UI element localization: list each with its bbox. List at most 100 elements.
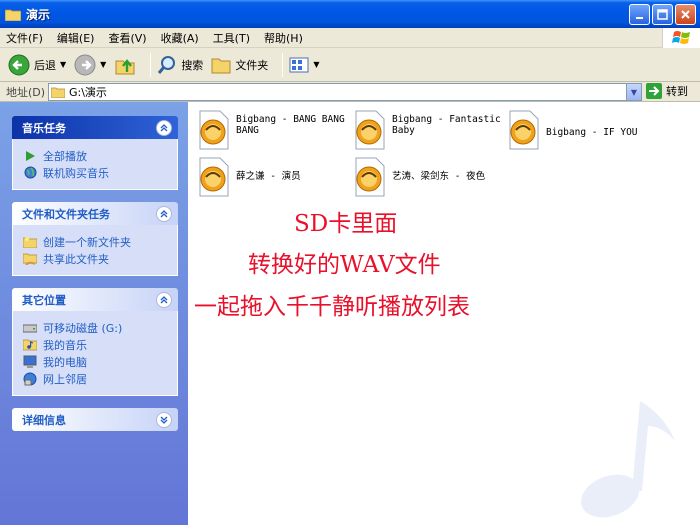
toolbar-separator (282, 52, 284, 77)
music-note-watermark-icon (580, 401, 675, 518)
file-view: Bigbang - BANG BANG BANG Bigbang - Fanta… (188, 102, 700, 525)
up-button[interactable] (114, 54, 136, 76)
file-item[interactable]: Bigbang - IF YOU (506, 110, 656, 150)
task-share-folder[interactable]: 共享此文件夹 (23, 250, 169, 267)
menu-view[interactable]: 查看(V) (108, 30, 146, 46)
back-label: 后退 (34, 58, 56, 72)
collapse-icon[interactable] (156, 205, 172, 222)
address-value: G:\演示 (69, 86, 107, 99)
minimize-icon (635, 16, 643, 19)
address-dropdown-button[interactable]: ▼ (626, 84, 641, 100)
go-arrow-icon (646, 83, 662, 99)
window-title: 演示 (26, 7, 51, 22)
music-tasks-title: 音乐任务 (22, 121, 66, 135)
details-title: 详细信息 (22, 413, 66, 427)
forward-button[interactable]: ▼ (74, 54, 106, 76)
menu-favorites[interactable]: 收藏(A) (161, 30, 199, 46)
place-removable-disk[interactable]: 可移动磁盘 (G:) (23, 319, 169, 336)
annotation-line-2: 转换好的WAV文件 (248, 252, 441, 278)
back-button[interactable]: 后退 ▼ (8, 54, 66, 76)
wav-file-icon (355, 110, 385, 150)
place-my-computer[interactable]: 我的电脑 (23, 353, 169, 370)
task-label: 全部播放 (43, 149, 87, 163)
task-new-folder[interactable]: 创建一个新文件夹 (23, 233, 169, 250)
file-item[interactable]: 薛之谦 - 演员 (196, 157, 346, 197)
folder-up-icon (115, 58, 135, 74)
menu-tools[interactable]: 工具(T) (213, 30, 250, 46)
file-item[interactable]: Bigbang - Fantastic Baby (352, 110, 502, 150)
file-item[interactable]: Bigbang - BANG BANG BANG (196, 110, 346, 150)
place-label: 我的电脑 (43, 355, 87, 369)
task-label: 共享此文件夹 (43, 252, 109, 266)
file-tasks-body: 创建一个新文件夹 共享此文件夹 (12, 225, 178, 276)
music-tasks-header[interactable]: 音乐任务 (12, 116, 178, 139)
folder-icon (211, 58, 231, 73)
collapse-icon[interactable] (156, 119, 172, 136)
share-folder-icon (23, 252, 37, 266)
task-pane: 音乐任务 全部播放 联机购买音乐 文件和文件夹任务 创建一个新文件夹 共享此文件… (0, 102, 188, 525)
place-label: 可移动磁盘 (G:) (43, 321, 123, 335)
close-button[interactable] (675, 4, 696, 25)
place-network[interactable]: 网上邻居 (23, 370, 169, 387)
file-name: 艺涛、梁剑东 - 夜色 (392, 171, 486, 182)
details-header[interactable]: 详细信息 (12, 408, 178, 431)
chevron-down-icon[interactable]: ▼ (100, 60, 106, 69)
file-tasks-header[interactable]: 文件和文件夹任务 (12, 202, 178, 225)
new-folder-icon (23, 235, 37, 249)
menu-bar: 文件(F) 编辑(E) 查看(V) 收藏(A) 工具(T) 帮助(H) (0, 28, 700, 48)
search-label: 搜索 (181, 58, 204, 72)
menu-file[interactable]: 文件(F) (6, 30, 43, 46)
close-icon (681, 10, 690, 19)
wav-file-icon (199, 157, 229, 197)
views-button[interactable]: ▼ (289, 56, 319, 74)
music-tasks-body: 全部播放 联机购买音乐 (12, 139, 178, 190)
maximize-button[interactable] (652, 4, 673, 25)
place-my-music[interactable]: 我的音乐 (23, 336, 169, 353)
other-places-body: 可移动磁盘 (G:) 我的音乐 我的电脑 网上邻居 (12, 311, 178, 396)
file-tasks-title: 文件和文件夹任务 (22, 207, 110, 221)
wav-file-icon (355, 157, 385, 197)
place-label: 网上邻居 (43, 372, 87, 386)
task-play-all[interactable]: 全部播放 (23, 147, 169, 164)
wav-file-icon (509, 110, 539, 150)
file-tasks-panel: 文件和文件夹任务 创建一个新文件夹 共享此文件夹 (12, 202, 178, 276)
file-name: Bigbang - BANG BANG BANG (236, 114, 345, 136)
minimize-button[interactable] (629, 4, 650, 25)
task-label: 联机购买音乐 (43, 166, 109, 180)
chevron-down-icon[interactable]: ▼ (313, 60, 319, 69)
address-bar: 地址(D) G:\演示 ▼ 转到 (0, 82, 700, 102)
title-bar: 演示 (0, 0, 700, 28)
play-icon (23, 149, 37, 163)
address-label: 地址(D) (6, 85, 46, 99)
my-computer-icon (23, 355, 37, 369)
music-tasks-panel: 音乐任务 全部播放 联机购买音乐 (12, 116, 178, 190)
views-icon (289, 57, 309, 72)
folders-button[interactable]: 文件夹 (211, 56, 268, 74)
other-places-title: 其它位置 (22, 293, 66, 307)
network-places-icon (23, 372, 37, 386)
search-button[interactable]: 搜索 (157, 55, 203, 75)
task-label: 创建一个新文件夹 (43, 235, 131, 249)
task-buy-music-online[interactable]: 联机购买音乐 (23, 164, 169, 181)
go-label: 转到 (666, 85, 688, 98)
folders-label: 文件夹 (235, 58, 269, 72)
file-item[interactable]: 艺涛、梁剑东 - 夜色 (352, 157, 502, 197)
toolbar-separator (150, 52, 152, 77)
menu-edit[interactable]: 编辑(E) (57, 30, 95, 46)
collapse-icon[interactable] (156, 291, 172, 308)
chevron-down-icon[interactable]: ▼ (60, 60, 66, 69)
removable-disk-icon (23, 321, 37, 335)
windows-logo-icon (662, 28, 700, 48)
place-label: 我的音乐 (43, 338, 87, 352)
other-places-header[interactable]: 其它位置 (12, 288, 178, 311)
go-button[interactable]: 转到 (646, 83, 688, 99)
menu-help[interactable]: 帮助(H) (264, 30, 303, 46)
address-input[interactable]: G:\演示 ▼ (48, 83, 642, 101)
chevron-down-icon: ▼ (630, 87, 638, 97)
search-icon (158, 55, 176, 74)
my-music-icon (23, 338, 37, 352)
globe-icon (23, 166, 37, 180)
expand-icon[interactable] (156, 411, 172, 428)
file-name: Bigbang - Fantastic Baby (392, 114, 501, 136)
details-panel: 详细信息 (12, 408, 178, 431)
